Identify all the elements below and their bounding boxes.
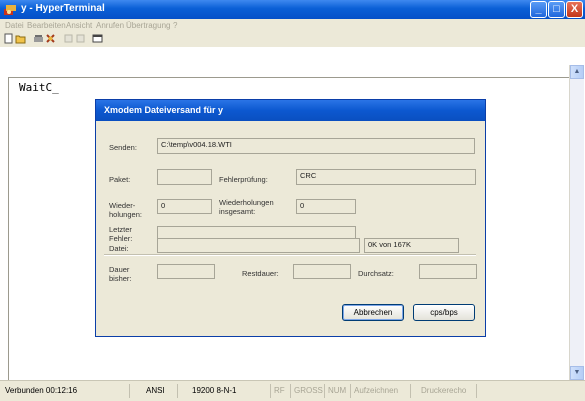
send-path-field: C:\temp\v004.18.WTI	[157, 138, 475, 154]
vertical-scrollbar[interactable]: ▲ ▼	[569, 65, 584, 380]
error-check-field: CRC	[296, 169, 476, 185]
elapsed-label-line2: bisher:	[109, 274, 132, 283]
file-progress-bar	[157, 238, 360, 253]
dialog-separator	[104, 254, 476, 256]
open-icon[interactable]	[15, 33, 26, 44]
status-rf: RF	[271, 384, 291, 398]
packet-field	[157, 169, 212, 185]
new-icon[interactable]	[3, 33, 14, 44]
status-bar: Verbunden 00:12:16 ANSI 19200 8-N-1 RF G…	[0, 380, 585, 401]
status-connected: Verbunden 00:12:16	[2, 384, 130, 398]
retries-field: 0	[157, 199, 212, 214]
error-check-label: Fehlerprüfung:	[219, 175, 268, 184]
send-icon[interactable]	[63, 33, 74, 44]
dialog-title: Xmodem Dateiversand für y	[104, 105, 224, 115]
window-title: y - HyperTerminal	[21, 3, 105, 14]
menu-bar: Datei Bearbeiten Ansicht Anrufen Übertra…	[0, 19, 585, 32]
menu-bearbeiten[interactable]: Bearbeiten	[27, 21, 66, 30]
total-retries-field: 0	[296, 199, 356, 214]
maximize-button[interactable]: □	[548, 1, 565, 18]
title-bar[interactable]: y - HyperTerminal _ □ X	[0, 0, 585, 19]
menu-help[interactable]: ?	[173, 21, 177, 30]
retries-label-line1: Wieder-	[109, 201, 136, 210]
close-button[interactable]: X	[566, 1, 583, 18]
last-error-label-line1: Letzter	[109, 225, 132, 234]
status-num: NUM	[325, 384, 351, 398]
toolbar	[0, 32, 585, 48]
throughput-field	[419, 264, 477, 279]
elapsed-label-line1: Dauer	[109, 265, 130, 274]
receive-icon[interactable]	[75, 33, 86, 44]
send-label: Senden:	[109, 143, 137, 152]
scroll-up-icon[interactable]: ▲	[570, 65, 584, 79]
scroll-down-icon[interactable]: ▼	[570, 366, 584, 380]
total-retries-label-line1: Wiederholungen	[219, 198, 274, 207]
cps-bps-button[interactable]: cps/bps	[413, 304, 475, 321]
status-port-settings: 19200 8-N-1	[178, 384, 271, 398]
menu-anrufen[interactable]: Anrufen	[96, 21, 124, 30]
menu-uebertragung[interactable]: Übertragung	[126, 21, 170, 30]
status-emulation: ANSI	[130, 384, 178, 398]
remaining-label: Restdauer:	[242, 269, 279, 278]
menu-datei[interactable]: Datei	[5, 21, 24, 30]
terminal-top-area	[0, 47, 585, 77]
last-error-label-line2: Fehler:	[109, 234, 133, 243]
properties-icon[interactable]	[92, 33, 103, 44]
file-size-field: 0K von 167K	[364, 238, 459, 253]
menu-ansicht[interactable]: Ansicht	[66, 21, 92, 30]
dialog-title-bar[interactable]: Xmodem Dateiversand für y	[96, 100, 485, 121]
hyperterminal-app-icon[interactable]	[3, 2, 18, 17]
packet-label: Paket:	[109, 175, 131, 184]
retries-label-line2: holungen:	[109, 210, 142, 219]
hyperterminal-window: y - HyperTerminal _ □ X Datei Bearbeiten…	[0, 0, 585, 401]
remaining-field	[293, 264, 351, 279]
elapsed-field	[157, 264, 215, 279]
cancel-button[interactable]: Abbrechen	[342, 304, 404, 321]
file-label: Datei:	[109, 244, 129, 253]
status-print-echo: Druckerecho	[411, 384, 477, 398]
minimize-button[interactable]: _	[530, 1, 547, 18]
xmodem-send-dialog: Xmodem Dateiversand für y Senden: C:\tem…	[95, 99, 486, 337]
phone-icon[interactable]	[33, 33, 44, 44]
status-capture: Aufzeichnen	[351, 384, 411, 398]
disconnect-icon[interactable]	[45, 33, 56, 44]
throughput-label: Durchsatz:	[358, 269, 394, 278]
total-retries-label-line2: insgesamt:	[219, 207, 256, 216]
status-caps: GROSS	[291, 384, 325, 398]
terminal-text: WaitC_	[19, 81, 59, 94]
